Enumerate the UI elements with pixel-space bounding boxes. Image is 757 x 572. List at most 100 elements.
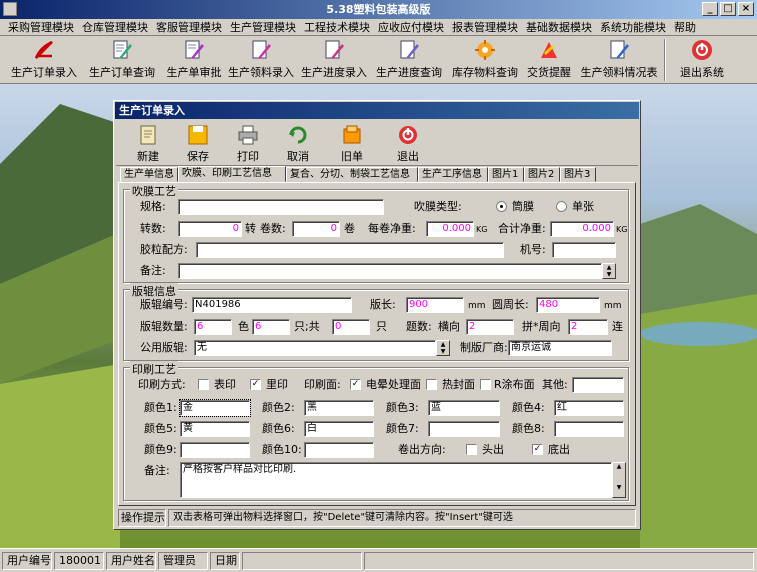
color-8-input[interactable]	[554, 421, 624, 437]
color-10-label: 颜色10:	[262, 443, 302, 456]
menu-help[interactable]: 帮助	[670, 19, 700, 35]
tab-image-3[interactable]: 图片3	[560, 167, 596, 182]
plate-qty-input[interactable]: 6	[194, 319, 232, 335]
color-2-input[interactable]: 黑	[304, 400, 374, 416]
color-6-input[interactable]: 白	[304, 421, 374, 437]
maximize-button[interactable]: □	[720, 2, 736, 16]
exit-system-button[interactable]: 退出系统	[676, 37, 728, 83]
plate-length-label: 版长:	[370, 298, 396, 311]
plate-qty-label: 版辊数量:	[140, 320, 188, 333]
color-4-label: 颜色4:	[512, 401, 545, 414]
order-query-button[interactable]: 生产订单查询	[84, 37, 160, 83]
inner-print-checkbox[interactable]: ✓	[250, 379, 261, 390]
other-input[interactable]	[572, 377, 624, 393]
public-plate-input[interactable]: 无	[194, 340, 436, 356]
order-approve-button[interactable]: 生产单审批	[162, 37, 226, 83]
plate-maker-input[interactable]: 南京运诚	[508, 340, 612, 356]
delivery-reminder-button[interactable]: 交货提醒	[524, 37, 574, 83]
public-plate-label: 公用版辊:	[140, 341, 188, 354]
net-weight-input[interactable]: 0.000	[426, 221, 474, 237]
color-10-input[interactable]	[304, 442, 374, 458]
heat-seal-checkbox[interactable]	[426, 379, 437, 390]
plate-no-label: 版辊编号:	[140, 298, 188, 311]
print-note-input[interactable]: 严格按客户样品对比印刷.	[180, 462, 612, 498]
exit-button[interactable]: 退出	[384, 122, 432, 164]
close-button[interactable]: ×	[738, 2, 754, 16]
progress-entry-button[interactable]: 生产进度录入	[300, 37, 368, 83]
material-report-button[interactable]: 生产领料情况表	[580, 37, 658, 83]
approve-pen-icon	[185, 40, 204, 59]
surface-print-label: 表印	[214, 378, 236, 391]
menu-purchase[interactable]: 采购管理模块	[4, 19, 78, 35]
color-4-input[interactable]: 红	[554, 400, 624, 416]
delivery-icon	[541, 42, 557, 58]
head-out-checkbox[interactable]	[466, 444, 477, 455]
app-icon[interactable]	[3, 2, 17, 16]
spec-label: 规格:	[140, 200, 166, 213]
public-plate-spinner[interactable]: ▲ ▼	[436, 340, 450, 356]
menu-basedata[interactable]: 基础数据模块	[522, 19, 596, 35]
print-label: 打印	[237, 150, 259, 163]
total-weight-input[interactable]: 0.000	[550, 221, 614, 237]
print-button[interactable]: 打印	[224, 122, 272, 164]
tab-process[interactable]: 生产工序信息	[418, 167, 488, 182]
total-weight-unit: KG	[616, 225, 628, 234]
surface-print-checkbox[interactable]	[198, 379, 209, 390]
rolls-input[interactable]: 0	[292, 221, 340, 237]
menu-reports[interactable]: 报表管理模块	[448, 19, 522, 35]
horizontal-input[interactable]: 2	[466, 319, 514, 335]
menu-customer[interactable]: 客服管理模块	[152, 19, 226, 35]
material-entry-button[interactable]: 生产领料录入	[228, 37, 294, 83]
tube-film-radio[interactable]	[496, 201, 507, 212]
plate-total-input[interactable]: 0	[332, 319, 370, 335]
plate-length-input[interactable]: 900	[406, 297, 464, 313]
tab-order-info[interactable]: 生产单信息	[120, 167, 178, 182]
tab-image-2[interactable]: 图片2	[524, 167, 560, 182]
save-button[interactable]: 保存	[174, 122, 222, 164]
color-9-input[interactable]	[180, 442, 250, 458]
formula-input[interactable]	[196, 242, 504, 258]
plate-group: 版辊信息 版辊编号: N401986 版长: 900 mm 圆周长: 480 m…	[123, 283, 629, 361]
joint-unit: 连	[612, 320, 623, 333]
color-5-input[interactable]: 黄	[180, 421, 250, 437]
order-query-label: 生产订单查询	[89, 66, 155, 79]
plate-count-input[interactable]: 6	[252, 319, 290, 335]
tab-blow-print[interactable]: 吹膜、印刷工艺信息	[178, 166, 286, 182]
inventory-query-button[interactable]: 库存物料查询	[450, 37, 520, 83]
tab-composite[interactable]: 复合、分切、制袋工艺信息	[286, 167, 418, 182]
bottom-out-checkbox[interactable]: ✓	[532, 444, 543, 455]
color-7-input[interactable]	[428, 421, 500, 437]
rpm-input[interactable]: 0	[178, 221, 242, 237]
spec-input[interactable]	[178, 199, 384, 215]
single-sheet-radio[interactable]	[556, 201, 567, 212]
progress-query-button[interactable]: 生产进度查询	[374, 37, 444, 83]
menu-production[interactable]: 生产管理模块	[226, 19, 300, 35]
delivery-reminder-label: 交货提醒	[527, 66, 571, 79]
old-order-button[interactable]: 旧单	[328, 122, 376, 164]
circumference-input[interactable]: 480	[536, 297, 600, 313]
order-entry-button[interactable]: 生产订单录入	[6, 37, 82, 83]
tab-image-1[interactable]: 图片1	[488, 167, 524, 182]
tab-bar: 生产单信息 吹膜、印刷工艺信息 复合、分切、制袋工艺信息 生产工序信息 图片1 …	[116, 166, 638, 182]
minimize-button[interactable]: _	[702, 2, 718, 16]
new-button[interactable]: 新建	[124, 122, 172, 164]
menu-warehouse[interactable]: 仓库管理模块	[78, 19, 152, 35]
color-3-input[interactable]: 蓝	[428, 400, 500, 416]
menu-system[interactable]: 系统功能模块	[596, 19, 670, 35]
coating-checkbox[interactable]	[480, 379, 491, 390]
print-note-scrollbar[interactable]: ▲ ▼	[612, 462, 626, 498]
joint-input[interactable]: 2	[568, 319, 608, 335]
cancel-button[interactable]: 取消	[274, 122, 322, 164]
color-7-label: 颜色7:	[386, 422, 419, 435]
menu-engineering[interactable]: 工程技术模块	[300, 19, 374, 35]
hint-label: 操作提示	[118, 509, 166, 527]
plate-no-input[interactable]: N401986	[192, 297, 352, 313]
rpm-label: 转数:	[140, 222, 166, 235]
color-1-input[interactable]: 金	[179, 399, 251, 417]
corona-checkbox[interactable]: ✓	[350, 379, 361, 390]
menu-bar: 采购管理模块 仓库管理模块 客服管理模块 生产管理模块 工程技术模块 应收应付模…	[0, 19, 757, 36]
machine-input[interactable]	[552, 242, 616, 258]
blow-note-input[interactable]	[178, 263, 602, 279]
menu-finance[interactable]: 应收应付模块	[374, 19, 448, 35]
blow-note-spinner[interactable]: ▲ ▼	[602, 263, 616, 279]
